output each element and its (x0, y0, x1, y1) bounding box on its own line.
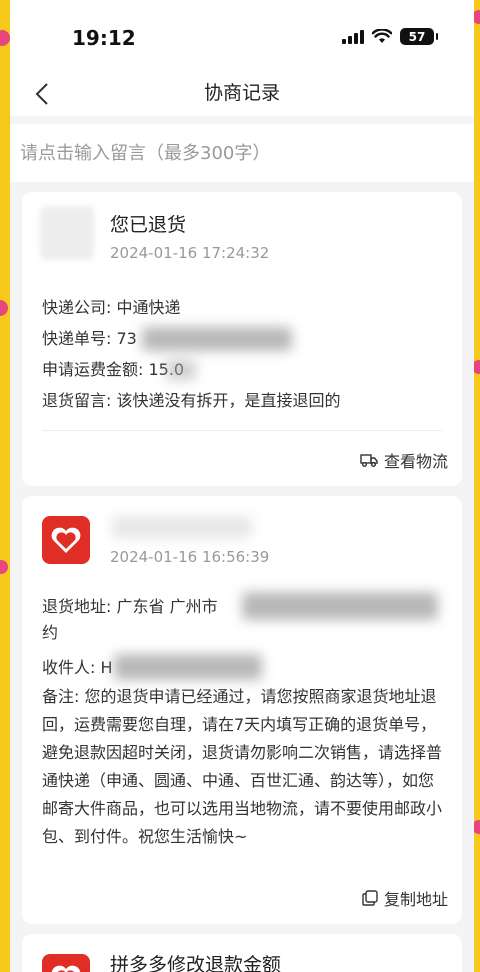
phone-screen: 19:12 57 协商记录 您已退货 2024-01-16 (10, 0, 474, 972)
view-logistics-label: 查看物流 (383, 452, 448, 471)
status-icons: 57 (342, 28, 438, 45)
card-header: 2024-01-16 16:56:39 (22, 496, 462, 584)
return-address-text: 退货地址: 广东省 广州市 (42, 597, 218, 616)
heart-logo-icon (51, 965, 81, 972)
redaction-mask (166, 360, 196, 380)
heart-logo-icon (51, 527, 81, 553)
history-card-return: 您已退货 2024-01-16 17:24:32 快递公司: 中通快递 快递单号… (22, 192, 462, 486)
wifi-icon (372, 29, 392, 43)
recipient-text: 收件人: H (42, 658, 113, 677)
status-bar: 19:12 57 (10, 0, 474, 70)
tracking-number-text: 快递单号: 73 (42, 329, 137, 348)
cellular-signal-icon (342, 29, 364, 44)
card-header: 您已退货 2024-01-16 17:24:32 (22, 192, 462, 280)
history-card-refund-change: 拼多多修改退款金额 (22, 934, 462, 972)
redaction-mask (114, 654, 262, 680)
view-logistics-button[interactable]: 查看物流 (360, 448, 448, 472)
avatar (40, 206, 94, 260)
divider (42, 430, 442, 431)
history-card-merchant: 2024-01-16 16:56:39 退货地址: 广东省 广州市 约 收件人:… (22, 496, 462, 924)
redaction-mask (242, 592, 438, 620)
frame-decoration (0, 30, 10, 46)
card-content: 快递公司: 中通快递 快递单号: 73 申请运费金额: 15.0 退货留言: 该… (22, 280, 462, 416)
copy-address-label: 复制地址 (383, 890, 448, 909)
shipping-fee: 申请运费金额: 15.0 (42, 354, 442, 385)
message-input[interactable] (10, 124, 474, 182)
navigation-bar: 协商记录 (10, 70, 474, 116)
merchant-logo (42, 954, 90, 972)
merchant-note: 备注: 您的退货申请已经通过，请您按照商家退货地址退回，运费需要您自理，请在7天… (42, 687, 443, 846)
card-timestamp: 2024-01-16 16:56:39 (110, 548, 270, 566)
redaction-mask (142, 327, 292, 351)
page-title: 协商记录 (203, 82, 280, 104)
return-address-cont: 约 (42, 623, 59, 642)
battery-icon: 57 (400, 28, 438, 45)
recipient: 收件人: H (42, 652, 442, 683)
copy-icon (362, 890, 378, 906)
card-title: 您已退货 (110, 214, 187, 236)
card-content: 退货地址: 广东省 广州市 约 收件人: H 备注: 您的退货申请已经通过，请您… (22, 584, 462, 851)
shipping-fee-text: 申请运费金额: 15.0 (42, 360, 185, 379)
frame-decoration (0, 560, 8, 574)
return-address: 退货地址: 广东省 广州市 (42, 592, 442, 620)
truck-icon (360, 454, 378, 467)
copy-address-button[interactable]: 复制地址 (362, 886, 448, 910)
courier-company: 快递公司: 中通快递 (42, 298, 181, 317)
frame-decoration (0, 300, 8, 316)
card-timestamp: 2024-01-16 17:24:32 (110, 244, 270, 262)
message-box (10, 124, 474, 182)
status-time: 19:12 (72, 26, 136, 50)
merchant-logo (42, 516, 90, 564)
redaction-mask (112, 516, 252, 538)
return-message: 退货留言: 该快递没有拆开，是直接退回的 (42, 391, 341, 410)
card-title: 拼多多修改退款金额 (110, 954, 282, 972)
tracking-number: 快递单号: 73 (42, 323, 442, 354)
